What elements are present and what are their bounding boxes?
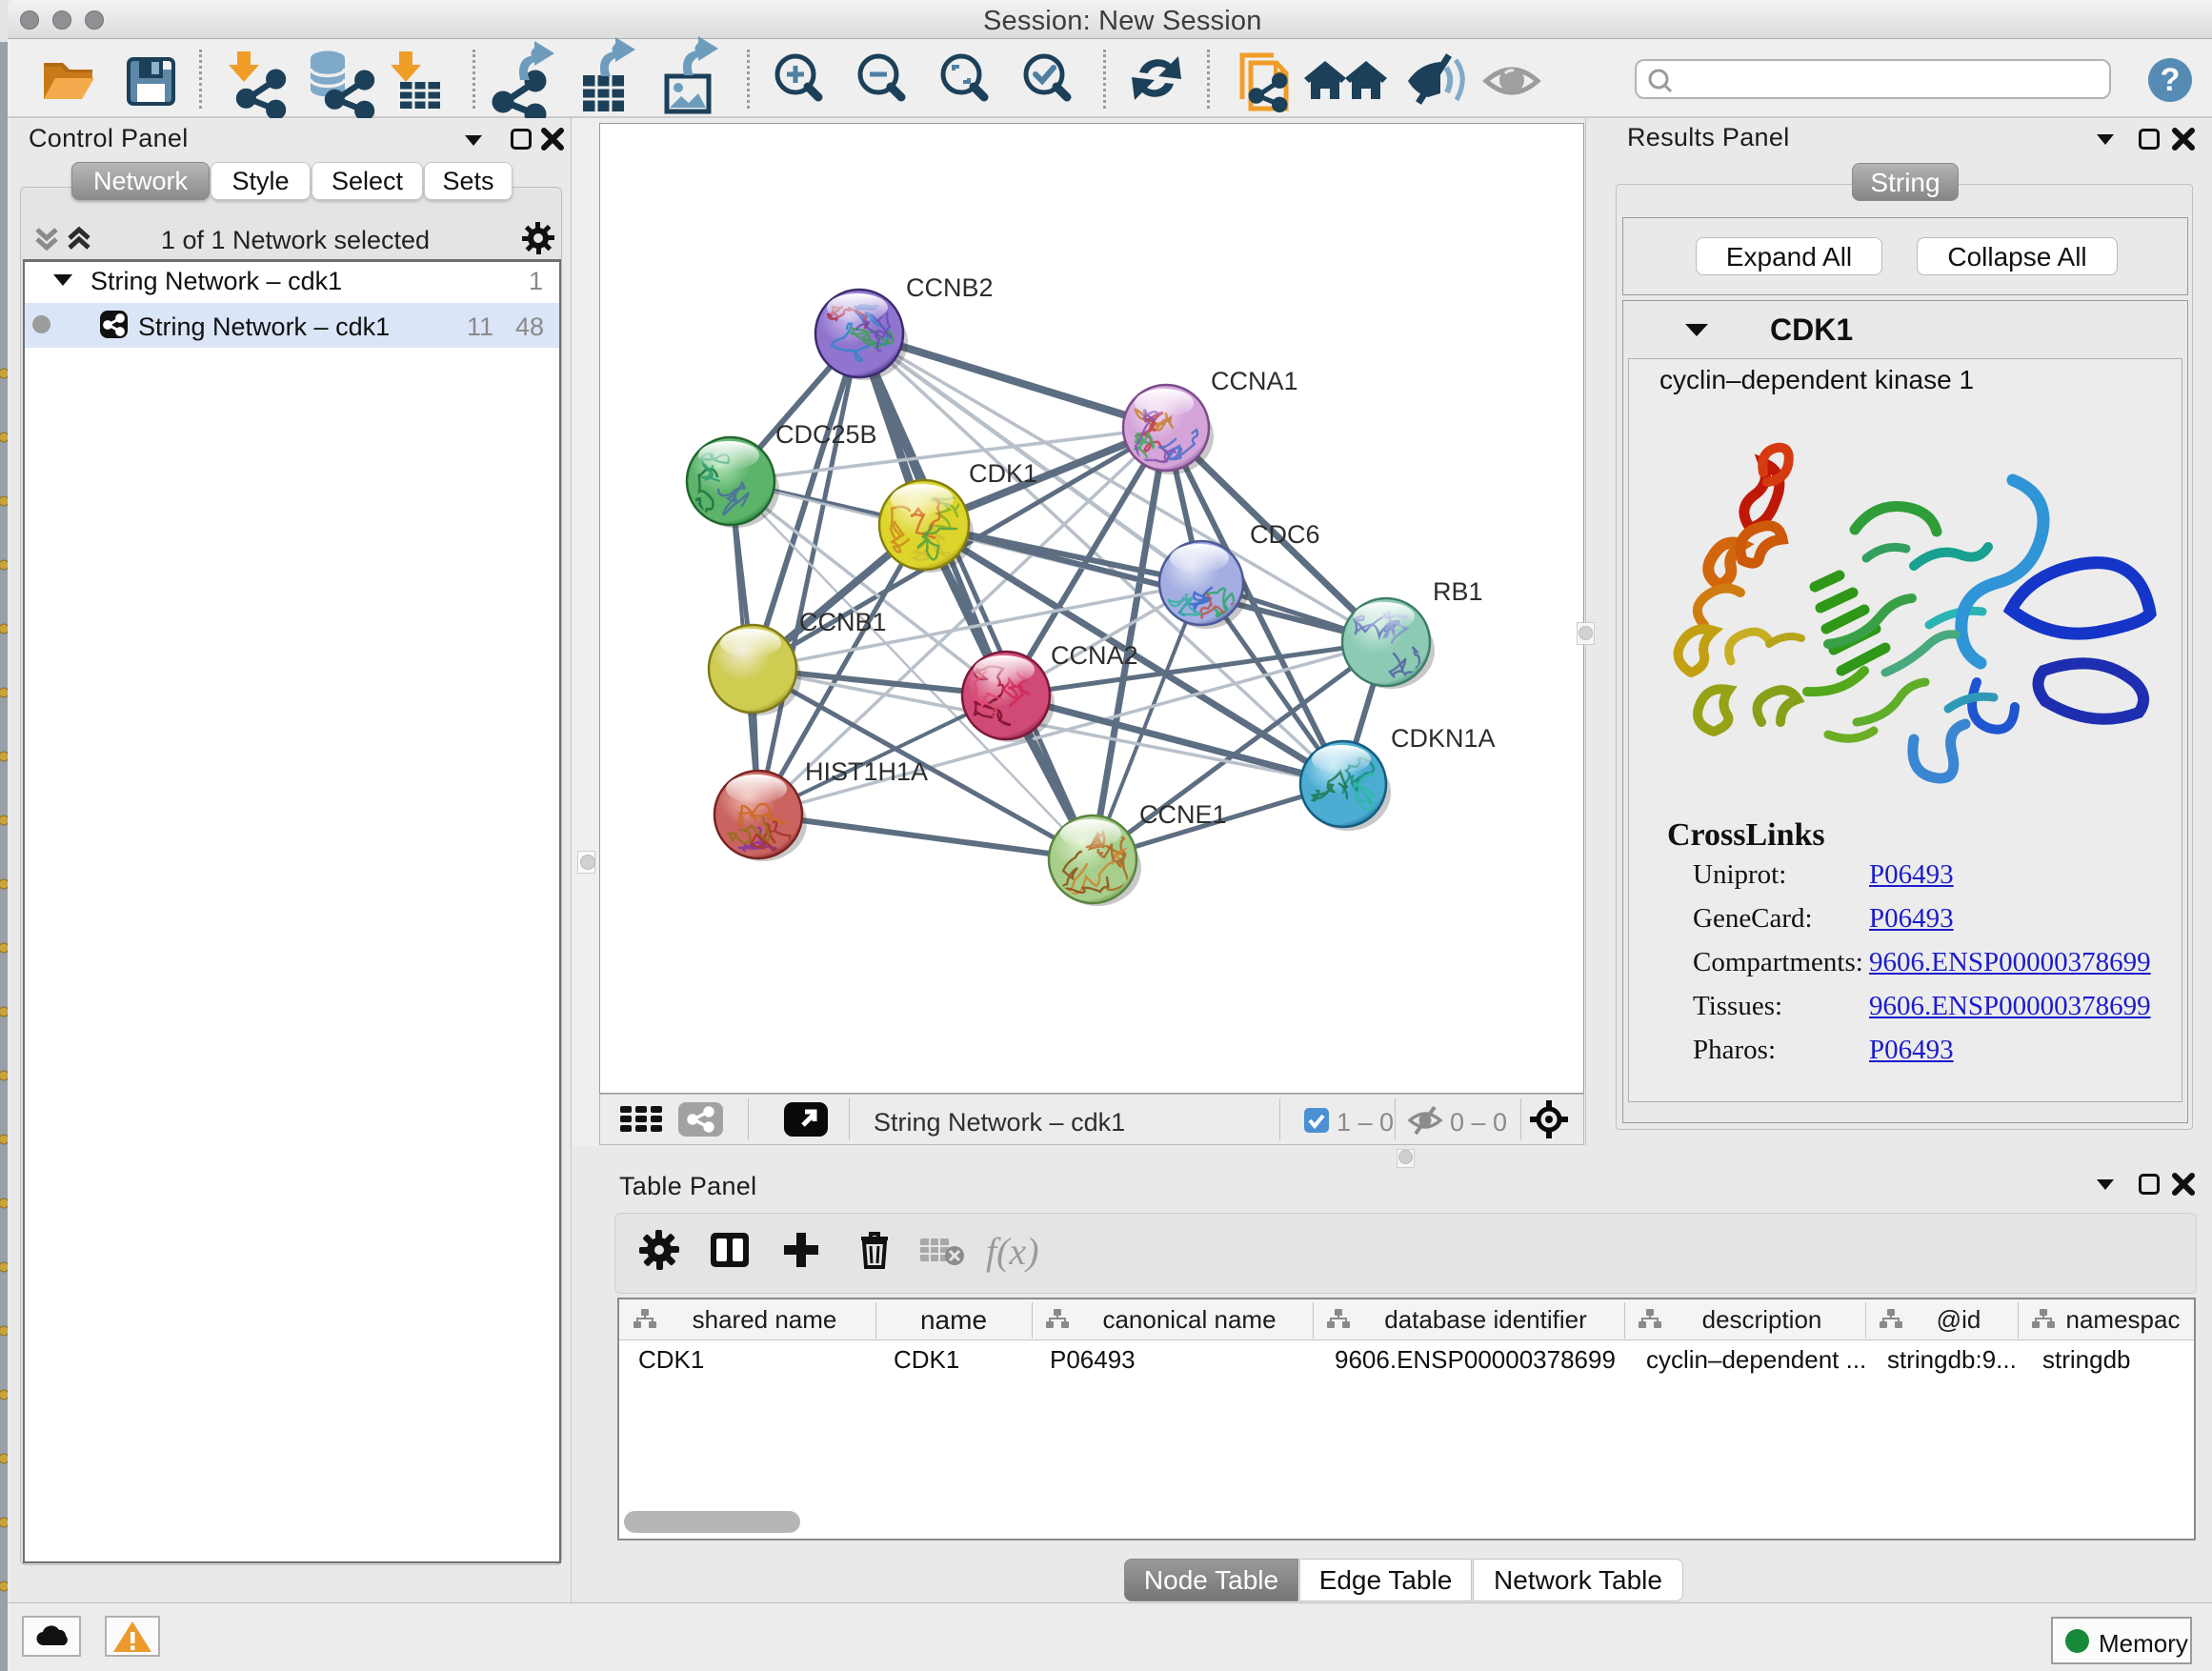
svg-text:RB1: RB1	[1433, 577, 1483, 606]
svg-text:CDK1: CDK1	[969, 459, 1037, 488]
svg-text:CDKN1A: CDKN1A	[1391, 724, 1496, 753]
svg-text:CCNA1: CCNA1	[1211, 367, 1298, 395]
svg-text:CCNE1: CCNE1	[1139, 800, 1227, 829]
svg-text:CDC25B: CDC25B	[775, 420, 877, 449]
svg-text:CCNB2: CCNB2	[906, 273, 994, 302]
svg-text:CDC6: CDC6	[1250, 520, 1320, 549]
svg-text:CCNB1: CCNB1	[799, 608, 887, 636]
svg-text:HIST1H1A: HIST1H1A	[805, 757, 928, 786]
svg-text:CCNA2: CCNA2	[1051, 641, 1138, 670]
